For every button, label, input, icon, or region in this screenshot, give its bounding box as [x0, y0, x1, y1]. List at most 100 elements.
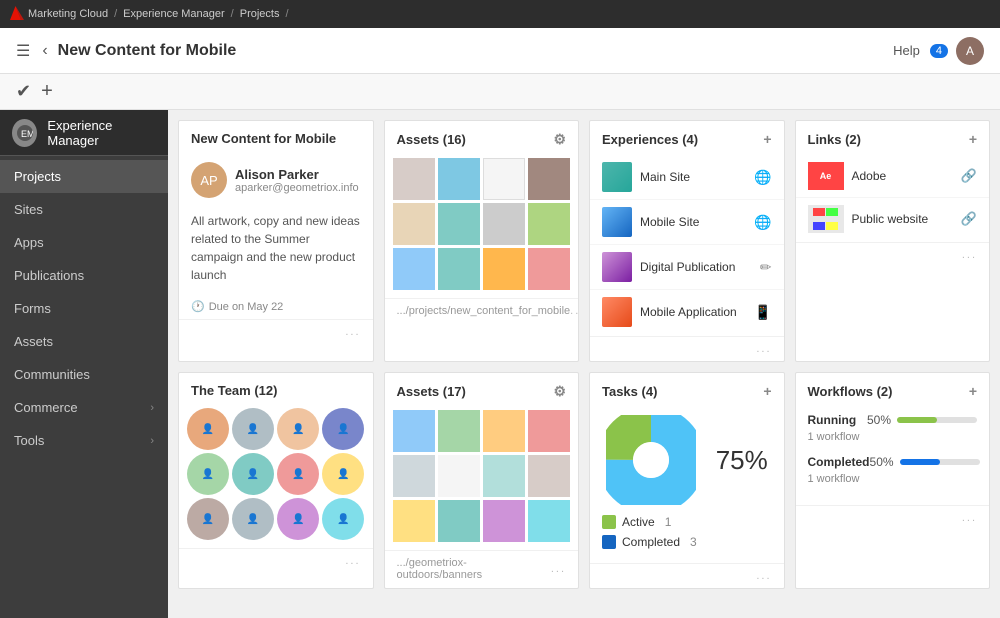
assets1-path: .../projects/new_content_for_mobile [397, 305, 571, 317]
add-experience-button[interactable]: + [763, 131, 771, 147]
sidebar-item-tools[interactable]: Tools › [0, 424, 168, 457]
check-icon[interactable]: ✔ [16, 81, 31, 102]
wf-sub: 1 workflow [808, 431, 978, 443]
experience-manager-label: Experience Manager [123, 8, 225, 20]
sidebar-item-apps[interactable]: Apps [0, 226, 168, 259]
add-link-button[interactable]: + [969, 131, 977, 147]
sidebar-item-publications[interactable]: Publications [0, 259, 168, 292]
asset-thumb [438, 158, 480, 200]
asset-thumb [393, 500, 435, 542]
globe-icon[interactable]: 🌐 [754, 169, 771, 186]
workflows-title: Workflows (2) [808, 384, 893, 399]
more-options-button[interactable]: ... [345, 326, 360, 338]
workflows-list: Running 50% 1 workflow Completed [796, 405, 990, 505]
experience-name: Main Site [640, 170, 754, 184]
assets2-card-header: Assets (17) ⚙ [385, 373, 579, 406]
sidebar-app-name: Experience Manager [47, 118, 156, 148]
exp-thumb [602, 297, 632, 327]
sidebar-item-communities[interactable]: Communities [0, 358, 168, 391]
arrow-icon: › [150, 402, 154, 414]
link-item: Public website 🔗 [796, 198, 990, 240]
main-header: ☰ ‹ New Content for Mobile Help 4 A [0, 28, 1000, 74]
asset-thumb [528, 158, 570, 200]
experience-item: Mobile Application 📱 [590, 290, 784, 334]
wf-percent: 50% [867, 413, 891, 427]
wf-bar-bg [897, 417, 977, 423]
edit-icon[interactable]: ✏ [760, 259, 772, 276]
project-description: All artwork, copy and new ideas related … [179, 208, 373, 294]
team-member-avatar: 👤 [277, 453, 319, 495]
sidebar-item-projects[interactable]: Projects [0, 160, 168, 193]
sidebar-nav: Projects Sites Apps Publications Forms A… [0, 156, 168, 457]
sidebar-item-forms[interactable]: Forms [0, 292, 168, 325]
hamburger-icon[interactable]: ☰ [16, 41, 30, 61]
user-name: Alison Parker [235, 167, 359, 182]
settings-icon[interactable]: ⚙ [553, 131, 566, 148]
pie-chart [606, 415, 696, 505]
workflows-card: Workflows (2) + Running 50% 1 workflow [795, 372, 991, 589]
add-workflow-button[interactable]: + [969, 383, 977, 399]
tasks-card: Tasks (4) + 75% [589, 372, 785, 589]
sidebar-item-assets[interactable]: Assets [0, 325, 168, 358]
more-options-button[interactable]: ... [756, 343, 771, 355]
workflows-card-header: Workflows (2) + [796, 373, 990, 405]
add-task-button[interactable]: + [763, 383, 771, 399]
assets2-card-footer: .../geometriox-outdoors/banners ... [385, 550, 579, 587]
asset-thumb [393, 455, 435, 497]
asset-thumb [528, 410, 570, 452]
sep2: / [231, 8, 234, 20]
team-member-avatar: 👤 [187, 498, 229, 540]
assets2-path: .../geometriox-outdoors/banners [397, 557, 551, 581]
assets2-grid [385, 406, 579, 550]
more-options-button[interactable]: ... [345, 555, 360, 567]
due-date: 🕐 Due on May 22 [179, 294, 373, 319]
team-member-avatar: 👤 [277, 408, 319, 450]
sidebar-item-sites[interactable]: Sites [0, 193, 168, 226]
user-email: aparker@geometriox.info [235, 182, 359, 194]
more-options-button[interactable]: ... [570, 305, 579, 317]
tasks-chart: 75% [590, 405, 784, 515]
links-card: Links (2) + Ae Adobe 🔗 [795, 120, 991, 362]
more-options-button[interactable]: ... [756, 570, 771, 582]
experiences-card-footer: ... [590, 336, 784, 361]
asset-thumb [483, 203, 525, 245]
asset-thumb [393, 248, 435, 290]
link-icon[interactable]: 🔗 [961, 168, 977, 184]
help-link[interactable]: Help [893, 43, 920, 58]
marketing-cloud-label: Marketing Cloud [28, 8, 108, 20]
globe-icon[interactable]: 🌐 [754, 214, 771, 231]
layout: EM Experience Manager Projects Sites App… [0, 110, 1000, 618]
team-member-avatar: 👤 [322, 453, 364, 495]
link-icon[interactable]: 🔗 [961, 211, 977, 227]
more-options-button[interactable]: ... [551, 563, 566, 575]
add-icon[interactable]: + [41, 80, 53, 103]
team-member-avatar: 👤 [277, 498, 319, 540]
team-member-avatar: 👤 [232, 498, 274, 540]
assets1-card: Assets (16) ⚙ .../projects/new_content_f… [384, 120, 580, 362]
tasks-card-header: Tasks (4) + [590, 373, 784, 405]
sidebar-header: EM Experience Manager [0, 110, 168, 156]
more-options-button[interactable]: ... [962, 249, 977, 261]
clock-icon: 🕐 [191, 300, 205, 313]
experience-name: Mobile Site [640, 215, 754, 229]
arrow-icon: › [150, 435, 154, 447]
notification-badge[interactable]: 4 [930, 44, 948, 58]
asset-thumb [438, 248, 480, 290]
assets1-card-footer: .../projects/new_content_for_mobile ... [385, 298, 579, 323]
assets2-title: Assets (17) [397, 384, 466, 399]
sidebar-item-commerce[interactable]: Commerce › [0, 391, 168, 424]
team-member-avatar: 👤 [232, 453, 274, 495]
legend-label-completed: Completed [622, 535, 680, 549]
back-button[interactable]: ‹ [42, 42, 47, 60]
assets1-card-header: Assets (16) ⚙ [385, 121, 579, 154]
settings-icon[interactable]: ⚙ [553, 383, 566, 400]
link-thumb: Ae [808, 162, 844, 190]
more-options-button[interactable]: ... [962, 512, 977, 524]
experience-item: Mobile Site 🌐 [590, 200, 784, 245]
user-avatar[interactable]: A [956, 37, 984, 65]
experiences-card-header: Experiences (4) + [590, 121, 784, 153]
links-list: Ae Adobe 🔗 Public website 🔗 [796, 153, 990, 242]
team-member-avatar: 👤 [187, 453, 229, 495]
device-icon[interactable]: 📱 [754, 304, 771, 321]
legend-label-active: Active [622, 515, 655, 529]
